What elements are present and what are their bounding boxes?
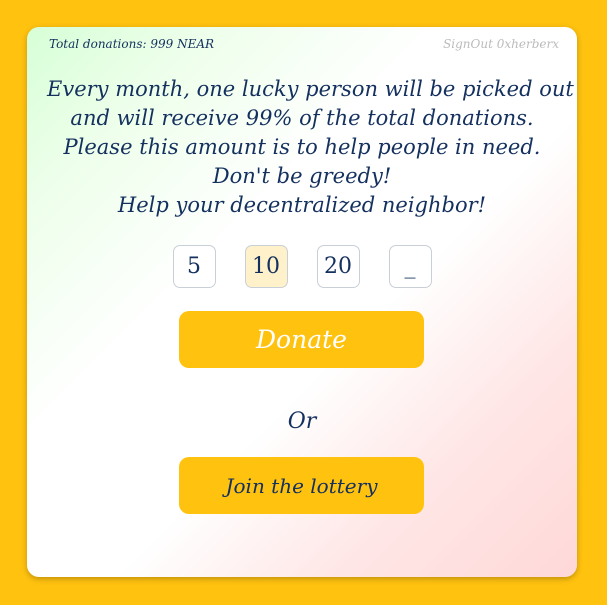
amount-option-custom[interactable]: _ xyxy=(388,245,432,288)
total-donations: Total donations: 999 NEAR xyxy=(49,37,215,51)
intro-line: Please this amount is to help people in … xyxy=(63,135,541,159)
intro-line: Don't be greedy! xyxy=(212,164,392,188)
amount-option-20[interactable]: 20 xyxy=(316,245,360,288)
or-separator: Or xyxy=(287,409,317,434)
amount-option-5[interactable]: 5 xyxy=(172,245,216,288)
signout-link[interactable]: SignOut 0xherberx xyxy=(443,37,559,51)
main-card: Total donations: 999 NEAR SignOut 0xherb… xyxy=(27,27,577,577)
intro-line: Help your decentralized neighbor! xyxy=(117,193,487,217)
intro-line: Every month, one lucky person will be pi… xyxy=(47,77,574,101)
intro-line: and will receive 99% of the total donati… xyxy=(70,106,534,130)
intro-text: Every month, one lucky person will be pi… xyxy=(47,75,574,220)
join-lottery-button[interactable]: Join the lottery xyxy=(179,457,424,514)
amount-options: 5 10 20 _ xyxy=(27,245,577,288)
amount-option-10[interactable]: 10 xyxy=(244,245,288,288)
donate-button[interactable]: Donate xyxy=(179,311,424,368)
